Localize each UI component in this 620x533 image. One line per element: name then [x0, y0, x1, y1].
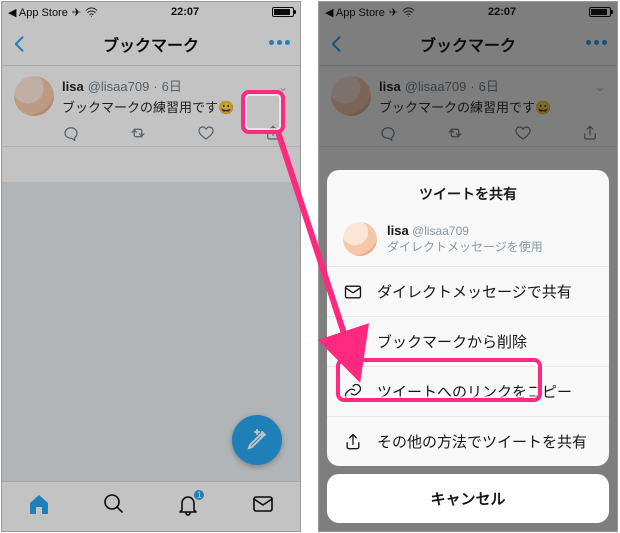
tab-home[interactable]: [27, 492, 51, 521]
retweet-icon[interactable]: [129, 124, 147, 142]
airplane-icon: ✈︎: [389, 6, 398, 19]
page-title: ブックマーク: [103, 32, 199, 56]
battery-icon: [272, 7, 294, 17]
tab-search[interactable]: [102, 492, 126, 521]
tweet-actions: [62, 124, 288, 142]
retweet-icon[interactable]: [446, 124, 464, 142]
more-icon[interactable]: [586, 40, 607, 45]
back-icon[interactable]: [10, 32, 30, 56]
phone-left: ◀︎ App Store ✈︎ 22:07 ブックマーク lisa @lisaa…: [1, 1, 301, 532]
wifi-icon: [85, 7, 98, 17]
tab-bar: 1: [2, 481, 300, 531]
tweet-text: ブックマークの練習用です😀: [379, 97, 605, 116]
status-bar: ◀︎ App Store ✈︎ 22:07: [319, 2, 617, 22]
tab-messages[interactable]: [251, 492, 275, 521]
back-to-app[interactable]: ◀︎ App Store: [8, 6, 68, 19]
avatar: [343, 222, 377, 256]
like-icon[interactable]: [514, 124, 532, 142]
emoji-smile: 😀: [218, 100, 234, 116]
phone-right: ◀︎ App Store ✈︎ 22:07 ブックマーク lisa @lisaa…: [318, 1, 618, 532]
back-icon[interactable]: [327, 32, 347, 56]
compose-button[interactable]: [232, 415, 282, 465]
tweet-header: lisa @lisaa709 · 6日 ⌄: [379, 76, 605, 95]
reply-icon[interactable]: [379, 124, 397, 142]
chevron-down-icon[interactable]: ⌄: [278, 80, 288, 94]
link-icon: [343, 382, 363, 402]
tweet-actions: [379, 124, 605, 142]
tweet-cell[interactable]: lisa @lisaa709 · 6日 ⌄ ブックマークの練習用です😀: [319, 66, 617, 147]
nav-bar: ブックマーク: [2, 22, 300, 66]
share-sheet-user-sub: ダイレクトメッセージを使用: [387, 240, 543, 256]
tweet-handle: @lisaa709: [88, 79, 150, 94]
tweet-header: lisa @lisaa709 · 6日 ⌄: [62, 76, 288, 95]
chevron-down-icon[interactable]: ⌄: [595, 80, 605, 94]
share-dm[interactable]: ダイレクトメッセージで共有: [327, 266, 609, 316]
nav-bar: ブックマーク: [319, 22, 617, 66]
notif-badge: 1: [192, 488, 206, 502]
tab-notifications[interactable]: 1: [176, 492, 200, 521]
share-sheet-user[interactable]: lisa @lisaa709 ダイレクトメッセージを使用: [327, 214, 609, 266]
wifi-icon: [402, 7, 415, 17]
share-icon[interactable]: [264, 124, 282, 142]
mail-icon: [343, 282, 363, 302]
airplane-icon: ✈︎: [72, 6, 81, 19]
share-sheet-user-handle: @lisaa709: [412, 224, 469, 238]
share-up-icon: [343, 432, 363, 452]
share-icon[interactable]: [581, 124, 599, 142]
bookmark-icon: [343, 332, 363, 352]
cancel-button[interactable]: キャンセル: [327, 474, 609, 523]
status-time: 22:07: [488, 6, 516, 18]
more-icon[interactable]: [269, 40, 290, 45]
emoji-smile: 😀: [535, 100, 551, 116]
back-to-app[interactable]: ◀︎ App Store: [325, 6, 385, 19]
status-time: 22:07: [171, 6, 199, 18]
reply-icon[interactable]: [62, 124, 80, 142]
tweet-username: lisa: [62, 79, 84, 94]
avatar: [331, 76, 371, 116]
page-title: ブックマーク: [420, 32, 516, 56]
battery-icon: [589, 7, 611, 17]
status-bar: ◀︎ App Store ✈︎ 22:07: [2, 2, 300, 22]
share-sheet-panel: ツイートを共有 lisa @lisaa709 ダイレクトメッセージを使用 ダイレ…: [327, 170, 609, 466]
copy-link[interactable]: ツイートへのリンクをコピー: [327, 366, 609, 416]
share-sheet-user-name: lisa: [387, 223, 409, 238]
tweet-age: 6日: [162, 76, 182, 95]
tweet-username: lisa: [379, 79, 401, 94]
tweet-handle: @lisaa709: [405, 79, 467, 94]
share-other[interactable]: その他の方法でツイートを共有: [327, 416, 609, 466]
share-sheet: ツイートを共有 lisa @lisaa709 ダイレクトメッセージを使用 ダイレ…: [327, 170, 609, 523]
tweet-age: 6日: [479, 76, 499, 95]
tweet-text: ブックマークの練習用です😀: [62, 97, 288, 116]
share-sheet-title: ツイートを共有: [327, 170, 609, 214]
tweet-cell[interactable]: lisa @lisaa709 · 6日 ⌄ ブックマークの練習用です😀: [2, 66, 300, 147]
avatar: [14, 76, 54, 116]
remove-bookmark[interactable]: ブックマークから削除: [327, 316, 609, 366]
like-icon[interactable]: [197, 124, 215, 142]
